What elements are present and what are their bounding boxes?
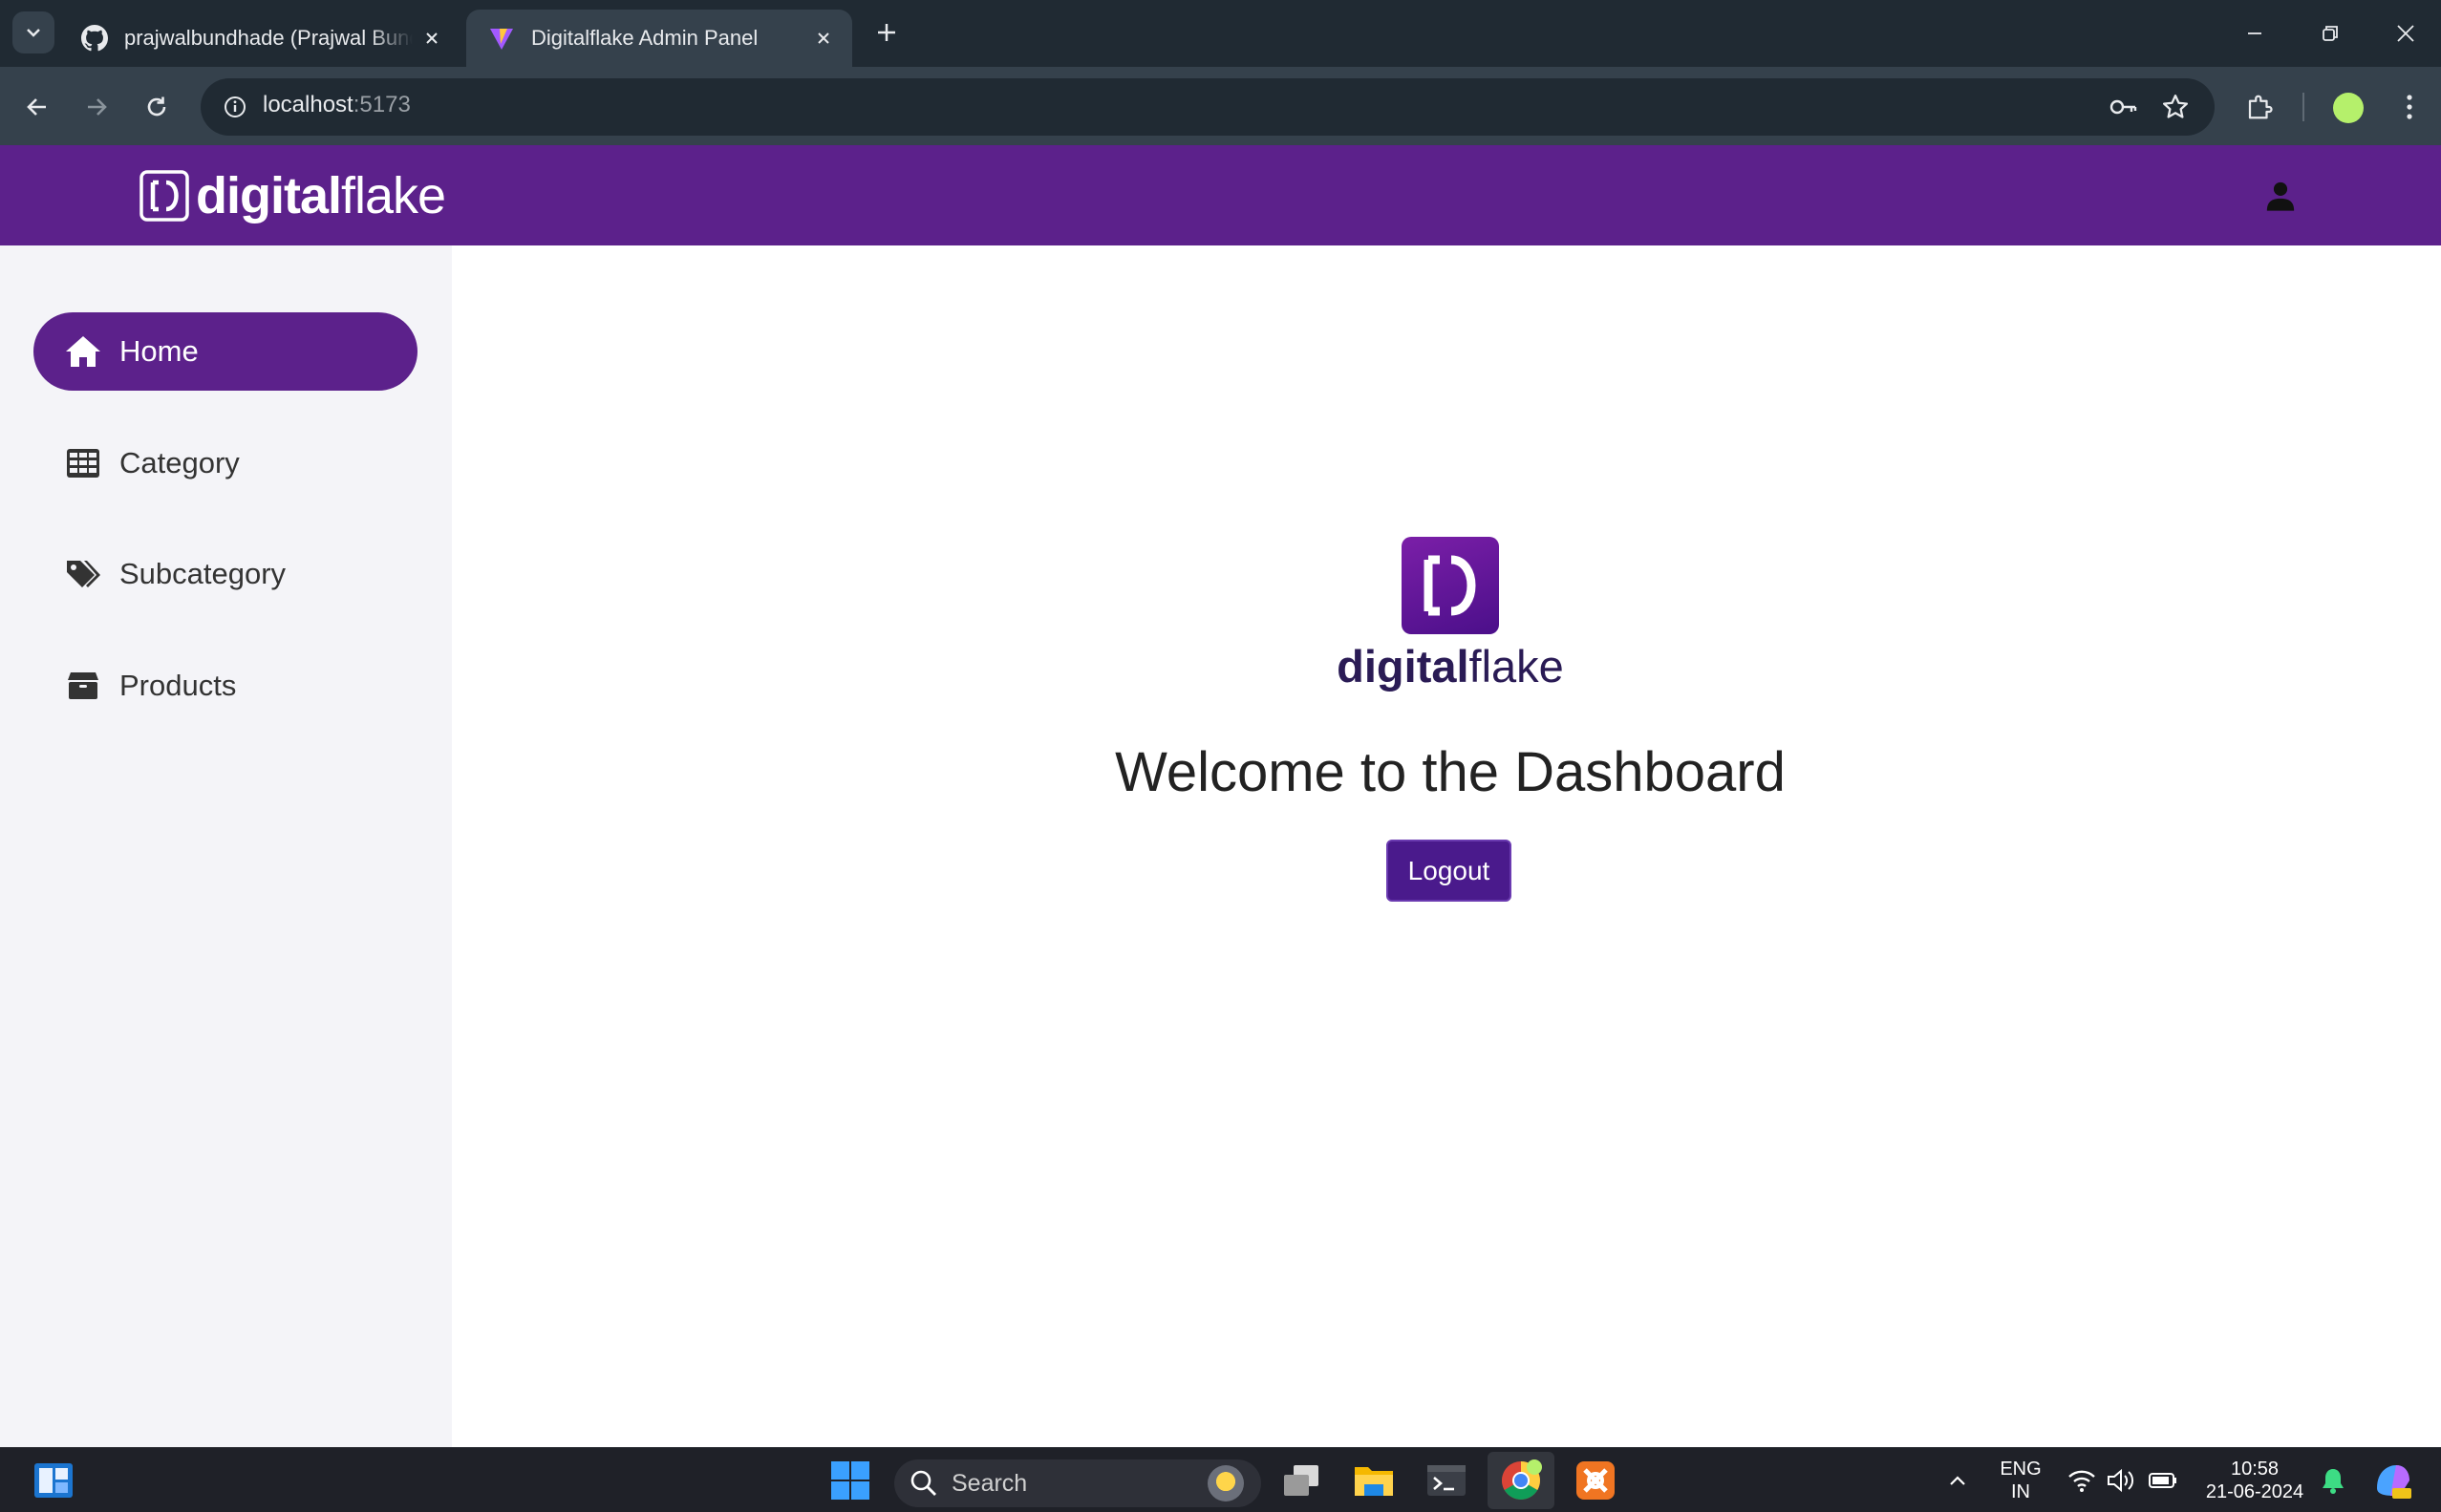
puzzle-icon [2248,95,2273,119]
minimize-icon [2248,32,2261,34]
logo-icon [139,170,189,222]
sidebar-item-label: Products [119,669,237,702]
close-window-button[interactable] [2377,10,2434,57]
chevron-down-icon [27,29,40,37]
clock[interactable]: 10:58 21-06-2024 [2197,1458,2312,1503]
brand-text-bold: digital [196,167,342,224]
weather-icon [1208,1465,1244,1501]
toolbar-divider [2302,93,2304,121]
notification-bell-icon[interactable] [2310,1458,2356,1503]
restore-button[interactable] [2302,10,2359,57]
reload-button[interactable] [136,86,178,128]
grid-icon [64,444,102,482]
forward-button[interactable] [75,86,118,128]
volume-icon[interactable] [2098,1458,2144,1503]
arrow-right-icon [88,98,107,116]
chevron-up-icon[interactable] [1935,1458,1981,1503]
language-indicator[interactable]: ENG IN [1990,1458,2051,1503]
url-port: :5173 [353,92,411,117]
page-title: Welcome to the Dashboard [1115,741,1786,803]
tab-search-button[interactable] [12,11,54,53]
tab-title: Digitalflake Admin Panel [531,26,759,50]
new-tab-button[interactable] [867,13,906,52]
sidebar-item-label: Subcategory [119,557,287,590]
clock-time: 10:58 [2230,1459,2280,1480]
tab-admin-panel[interactable]: Digitalflake Admin Panel [466,10,852,67]
taskbar-search[interactable]: Search [894,1459,1261,1507]
close-icon [2397,25,2414,42]
sidebar-item-products[interactable]: Products [33,647,418,725]
language-top: ENG [2000,1459,2042,1480]
chrome-icon[interactable] [1498,1458,1544,1503]
tags-icon [64,555,102,593]
logo-icon [1402,537,1499,634]
more-vertical-icon [2407,95,2412,119]
brand-logo[interactable]: digitalflake [139,166,446,225]
app-header: digitalflake [0,145,2441,245]
arrow-left-icon [27,98,46,116]
tab-title: prajwalbundhade (Prajwal Bundhade) [124,26,413,50]
site-info-icon[interactable] [214,86,256,128]
battery-icon[interactable] [2140,1458,2186,1503]
back-button[interactable] [16,86,58,128]
browser-toolbar: localhost:5173 [0,67,2441,145]
box-icon [64,667,102,705]
close-icon[interactable] [413,19,451,57]
sidebar-item-label: Category [119,446,240,479]
sidebar-item-category[interactable]: Category [33,424,418,502]
start-icon[interactable] [827,1458,873,1503]
sidebar-item-label: Home [119,334,199,368]
menu-button[interactable] [2388,86,2430,128]
center-brand-light: flake [1468,641,1564,692]
user-icon[interactable] [2264,180,2297,212]
tab-github[interactable]: prajwalbundhade (Prajwal Bundhade) [59,10,460,67]
terminal-icon[interactable] [1424,1458,1469,1503]
language-bottom: IN [2011,1481,2030,1502]
widgets-icon[interactable] [31,1458,76,1503]
close-icon[interactable] [804,19,843,57]
sidebar: Home Category Subcategory Products [0,245,452,1447]
browser-tab-bar: prajwalbundhade (Prajwal Bundhade) Digit… [0,0,2441,67]
search-icon [910,1470,936,1496]
plus-icon [878,24,895,41]
logout-button[interactable]: Logout [1386,840,1511,902]
url-text: localhost:5173 [263,92,411,118]
xampp-icon[interactable] [1573,1458,1618,1503]
reload-icon [147,96,166,117]
key-icon[interactable] [2102,86,2144,128]
profile-avatar[interactable] [2333,93,2364,123]
file-explorer-icon[interactable] [1351,1458,1397,1503]
minimize-button[interactable] [2226,10,2283,57]
taskbar: Search ENG IN 10:58 21-06-2024 [0,1447,2441,1512]
url-host: localhost [263,92,353,117]
home-icon [64,332,102,371]
restore-icon [2323,26,2338,41]
center-brand-bold: digital [1337,641,1469,692]
search-placeholder: Search [952,1469,1028,1497]
github-icon [80,24,109,53]
vite-icon [487,24,516,53]
bookmark-star-icon[interactable] [2154,86,2196,128]
brand-text-light: flake [341,167,446,224]
extensions-button[interactable] [2238,86,2280,128]
address-bar[interactable]: localhost:5173 [201,78,2215,136]
task-view-icon[interactable] [1278,1458,1324,1503]
copilot-icon[interactable] [2369,1458,2415,1503]
center-brand-text: digitalflake [1333,640,1568,692]
sidebar-item-subcategory[interactable]: Subcategory [33,535,418,613]
sidebar-item-home[interactable]: Home [33,312,418,391]
clock-date: 21-06-2024 [2205,1481,2304,1502]
